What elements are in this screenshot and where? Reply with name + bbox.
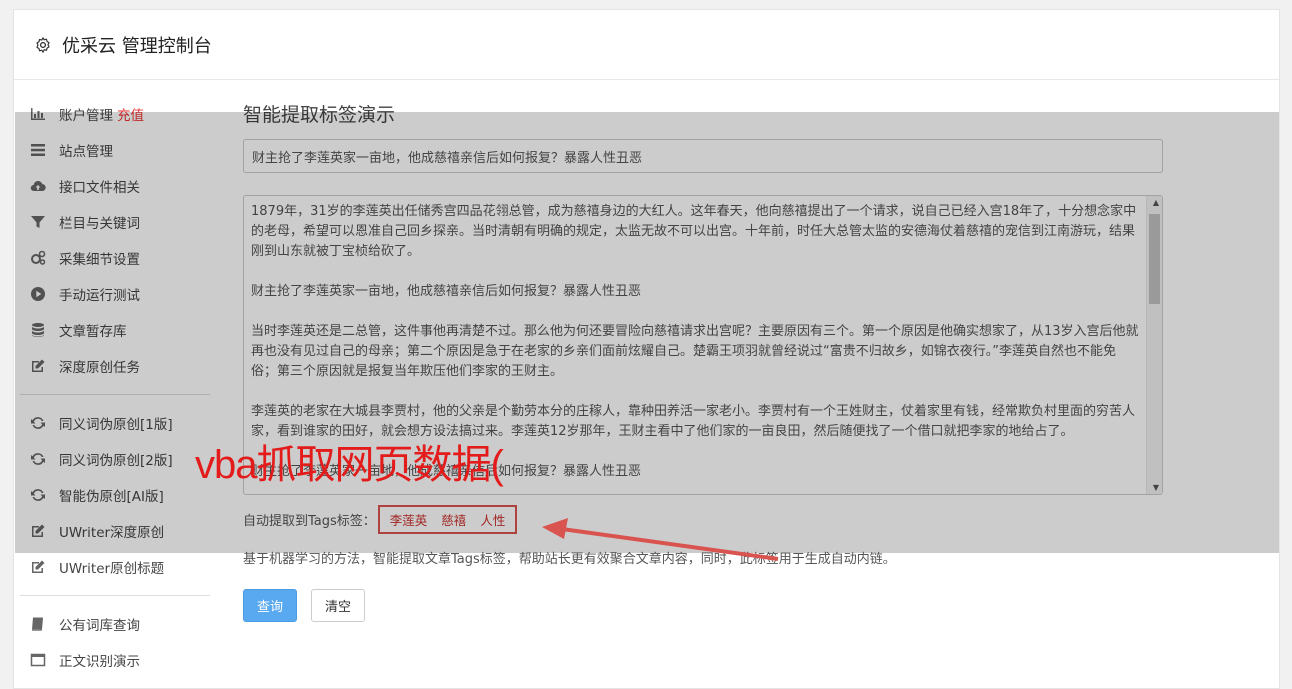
content-paragraph: 1879年，31岁的李莲英出任储秀宫四品花翎总管，成为慈禧身边的大红人。这年春天… (251, 204, 1137, 259)
sidebar-item-synonym-v2[interactable]: 同义词伪原创[2版] (20, 441, 210, 477)
sidebar-item-uwriter-deep[interactable]: UWriter深度原创 (20, 513, 210, 549)
sidebar: 账户管理 充值 站点管理 接口文件相关 栏目与关键词 采集细节设置 手动运行测试… (20, 96, 210, 678)
content-paragraph: 当时李莲英还是二总管，这件事他再清楚不过。那么他为何还要冒险向慈禧请求出宫呢？主… (251, 324, 1139, 379)
sidebar-item-sites[interactable]: 站点管理 (20, 132, 210, 168)
sidebar-item-manual-run[interactable]: 手动运行测试 (20, 276, 210, 312)
sidebar-item-columns-keywords[interactable]: 栏目与关键词 (20, 204, 210, 240)
sidebar-item-article-storage[interactable]: 文章暂存库 (20, 312, 210, 348)
clear-button[interactable]: 清空 (311, 589, 365, 622)
scrollbar[interactable]: ▲ ▼ (1146, 196, 1162, 494)
sidebar-item-label: UWriter深度原创 (59, 525, 165, 541)
sidebar-item-label: 智能伪原创[AI版] (59, 489, 164, 505)
panel-header: 优采云 管理控制台 (14, 10, 1279, 80)
cogs-icon (30, 250, 46, 266)
sidebar-item-synonym-v1[interactable]: 同义词伪原创[1版] (20, 405, 210, 441)
book-icon (30, 616, 46, 632)
title-input[interactable]: 财主抢了李莲英家一亩地，他成慈禧亲信后如何报复？暴露人性丑恶 (243, 139, 1163, 173)
tag: 人性 (480, 513, 506, 528)
sidebar-divider (20, 394, 210, 395)
list-icon (30, 142, 46, 158)
sidebar-item-deep-original-task[interactable]: 深度原创任务 (20, 348, 210, 384)
sidebar-item-label: 接口文件相关 (59, 180, 140, 196)
tag: 李莲英 (389, 513, 428, 528)
sidebar-item-label: 文章暂存库 (59, 324, 127, 340)
scrollbar-thumb[interactable] (1149, 214, 1160, 304)
sidebar-item-label: 同义词伪原创[1版] (59, 417, 173, 433)
sidebar-item-label: 公有词库查询 (59, 618, 140, 634)
content-paragraph: 财主抢了李莲英家一亩地，他成慈禧亲信后如何报复？暴露人性丑恶 (251, 284, 642, 299)
button-row: 查询 清空 (243, 589, 1163, 622)
edit-icon (30, 358, 46, 374)
database-icon (30, 322, 46, 338)
sidebar-item-interface-files[interactable]: 接口文件相关 (20, 168, 210, 204)
refresh-icon (30, 451, 46, 467)
tag: 慈禧 (441, 513, 467, 528)
tags-box: 李莲英 慈禧 人性 (377, 505, 518, 534)
sidebar-item-label: 采集细节设置 (59, 252, 140, 268)
section-heading: 智能提取标签演示 (243, 104, 396, 126)
gear-icon (36, 36, 50, 53)
play-circle-icon (30, 286, 46, 302)
sidebar-item-label: 手动运行测试 (59, 288, 140, 304)
refresh-icon (30, 415, 46, 431)
sidebar-item-collection-settings[interactable]: 采集细节设置 (20, 240, 210, 276)
query-button[interactable]: 查询 (243, 589, 297, 622)
sidebar-item-label: 账户管理 (59, 108, 113, 124)
annotation-arrow-icon (542, 518, 779, 561)
cloud-upload-icon (30, 178, 46, 194)
recharge-link[interactable]: 充值 (117, 104, 144, 124)
sidebar-item-label: 栏目与关键词 (59, 216, 140, 232)
overlay-caption: vba抓取网页数据( (195, 443, 504, 487)
sidebar-item-public-lexicon[interactable]: 公有词库查询 (20, 606, 210, 642)
filter-icon (30, 214, 46, 230)
page-title: 优采云 管理控制台 (62, 35, 212, 57)
sidebar-item-label: 站点管理 (59, 144, 113, 160)
sidebar-item-ai-rewrite[interactable]: 智能伪原创[AI版] (20, 477, 210, 513)
edit-icon (30, 523, 46, 539)
refresh-icon (30, 487, 46, 503)
sidebar-item-label: 深度原创任务 (59, 360, 140, 376)
sidebar-item-text-recognition[interactable]: 正文识别演示 (20, 642, 210, 678)
sidebar-item-uwriter-title[interactable]: UWriter原创标题 (20, 549, 210, 585)
sidebar-item-label: 同义词伪原创[2版] (59, 453, 173, 469)
sidebar-item-label: 正文识别演示 (59, 654, 140, 670)
sidebar-divider (20, 595, 210, 596)
sidebar-item-label: UWriter原创标题 (59, 561, 165, 577)
tags-label: 自动提取到Tags标签： (243, 514, 376, 529)
bar-chart-icon (30, 106, 46, 122)
edit-icon (30, 559, 46, 575)
scroll-down-icon[interactable]: ▼ (1153, 483, 1159, 492)
sidebar-item-account[interactable]: 账户管理 充值 (20, 96, 210, 132)
title-input-value: 财主抢了李莲英家一亩地，他成慈禧亲信后如何报复？暴露人性丑恶 (252, 150, 643, 166)
scroll-up-icon[interactable]: ▲ (1153, 198, 1159, 207)
